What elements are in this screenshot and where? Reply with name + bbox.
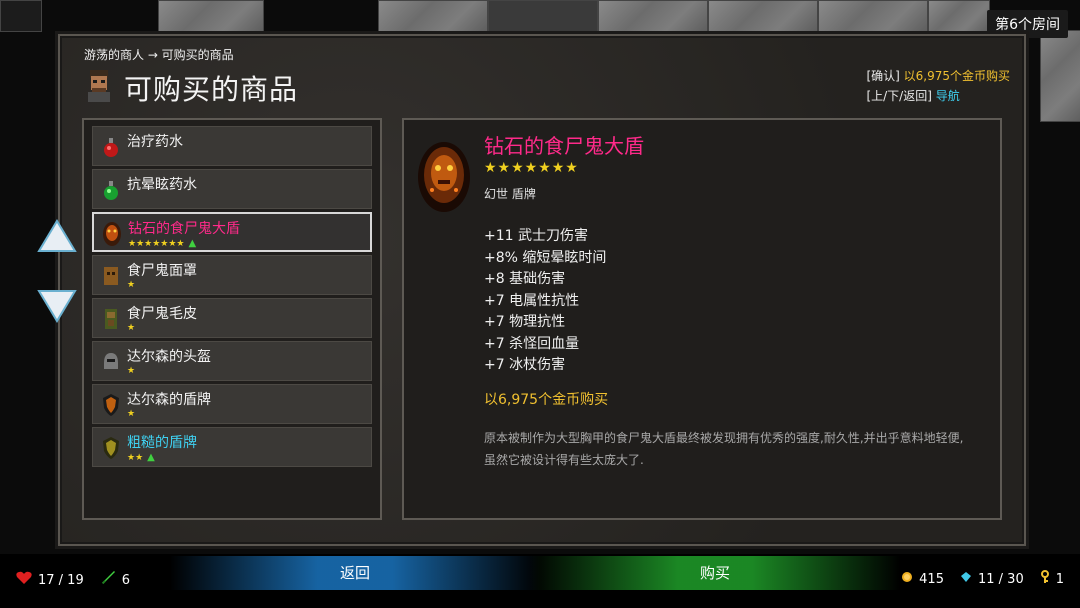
list-item[interactable]: 治疗药水 (92, 126, 372, 166)
item-name: 食尸鬼毛皮 (127, 306, 197, 322)
stat-line: +7 冰杖伤害 (484, 357, 566, 373)
list-item[interactable]: 抗晕眩药水 (92, 169, 372, 209)
stat-line: +7 杀怪回血量 (484, 335, 580, 352)
item-stars: ★★★★★★★ ▲ (128, 238, 196, 249)
scroll-down-arrow-icon[interactable] (36, 288, 78, 324)
price-label: 以6,975个金币购买 (484, 392, 609, 408)
star-rating: ★ (127, 323, 136, 333)
health-value: 17 / 19 (38, 572, 84, 588)
stat-line: +7 电属性抗性 (484, 292, 580, 309)
merchant-portrait-icon (84, 68, 114, 102)
list-item[interactable]: 粗糙的盾牌 ★★ ▲ (92, 427, 372, 467)
confirm-key-hint: [确认] (866, 69, 900, 83)
helmet-icon (99, 349, 123, 375)
item-name: 食尸鬼面罩 (127, 263, 197, 279)
star-rating: ★ (127, 280, 136, 290)
confirm-action-hint: 以6,975个金币购买 (903, 69, 1010, 83)
green-potion-icon (99, 177, 123, 203)
page-title: 可购买的商品 (124, 73, 299, 106)
red-potion-icon (99, 134, 123, 160)
item-name: 钻石的食尸鬼大盾 (128, 221, 240, 237)
shield-icon (99, 392, 123, 418)
stat-line: +8% 缩短晕眩时间 (484, 249, 607, 266)
item-description: 原本被制作为大型胸甲的食尸鬼大盾最终被发现拥有优秀的强度,耐久性,并出乎意料地轻… (484, 431, 964, 467)
star-rating: ★★ (127, 453, 144, 463)
star-rating: ★ (127, 409, 136, 419)
list-item[interactable]: 食尸鬼毛皮 ★ (92, 298, 372, 338)
ghoul-shield-icon (100, 221, 124, 247)
list-item[interactable]: 达尔森的盾牌 ★ (92, 384, 372, 424)
stat-line: +11 武士刀伤害 (484, 228, 588, 244)
list-item-selected[interactable]: 钻石的食尸鬼大盾 ★★★★★★★ ▲ (92, 212, 372, 252)
sword-icon (100, 570, 116, 590)
nav-key-hint: [上/下/返回] (866, 89, 932, 103)
heart-icon (16, 571, 32, 589)
list-item[interactable]: 达尔森的头盔 ★ (92, 341, 372, 381)
gold-coin-icon (901, 571, 913, 587)
attack-value: 6 (121, 572, 131, 588)
detail-item-type: 幻世 盾牌 (484, 187, 536, 201)
star-rating: ★ (127, 366, 136, 376)
stat-list: +11 武士刀伤害 +8% 缩短晕眩时间 +8 基础伤害 +7 电属性抗性 +7… (484, 226, 606, 377)
item-name: 抗晕眩药水 (127, 177, 197, 193)
list-item[interactable]: 食尸鬼面罩 ★ (92, 255, 372, 295)
detail-star-rating: ★★★★★★★ (484, 160, 579, 176)
item-stars: ★★ ▲ (127, 452, 155, 463)
buy-button[interactable]: 购买 (530, 556, 900, 590)
breadcrumb: 游荡的商人 → 可购买的商品 (84, 48, 234, 62)
upgrade-arrow-icon: ▲ (188, 238, 197, 249)
gem-icon (960, 571, 972, 587)
ghoul-shield-large-icon (416, 140, 472, 214)
control-hints: [确认] 以6,975个金币购买 [上/下/返回] 导航 (866, 66, 1010, 106)
detail-item-name: 钻石的食尸鬼大盾 (484, 134, 644, 158)
player-stats: 17 / 19 6 (16, 570, 130, 590)
key-icon (1040, 570, 1050, 588)
ghoul-hide-icon (99, 306, 123, 332)
stat-line: +8 基础伤害 (484, 271, 566, 287)
stat-line: +7 物理抗性 (484, 314, 566, 330)
item-name: 治疗药水 (127, 134, 183, 150)
back-button[interactable]: 返回 (170, 556, 540, 590)
item-name: 达尔森的头盔 (127, 349, 211, 365)
key-value: 1 (1055, 571, 1064, 587)
ghoul-mask-icon (99, 263, 123, 289)
upgrade-arrow-icon: ▲ (147, 452, 155, 463)
item-list: 治疗药水 抗晕眩药水 钻石的食尸鬼大盾 ★★★★★★★ ▲ 食尸鬼面罩 ★ 食尸鬼… (82, 118, 382, 520)
item-name: 达尔森的盾牌 (127, 392, 211, 408)
gold-value: 415 (919, 571, 944, 587)
rough-shield-icon (99, 435, 123, 461)
nav-action-hint: 导航 (935, 89, 960, 103)
currency-stats: 415 11 / 30 1 (901, 570, 1064, 588)
scroll-up-arrow-icon[interactable] (36, 218, 78, 254)
item-name: 粗糙的盾牌 (127, 435, 197, 451)
star-rating: ★★★★★★★ (128, 239, 185, 249)
gem-value: 11 / 30 (977, 571, 1024, 587)
